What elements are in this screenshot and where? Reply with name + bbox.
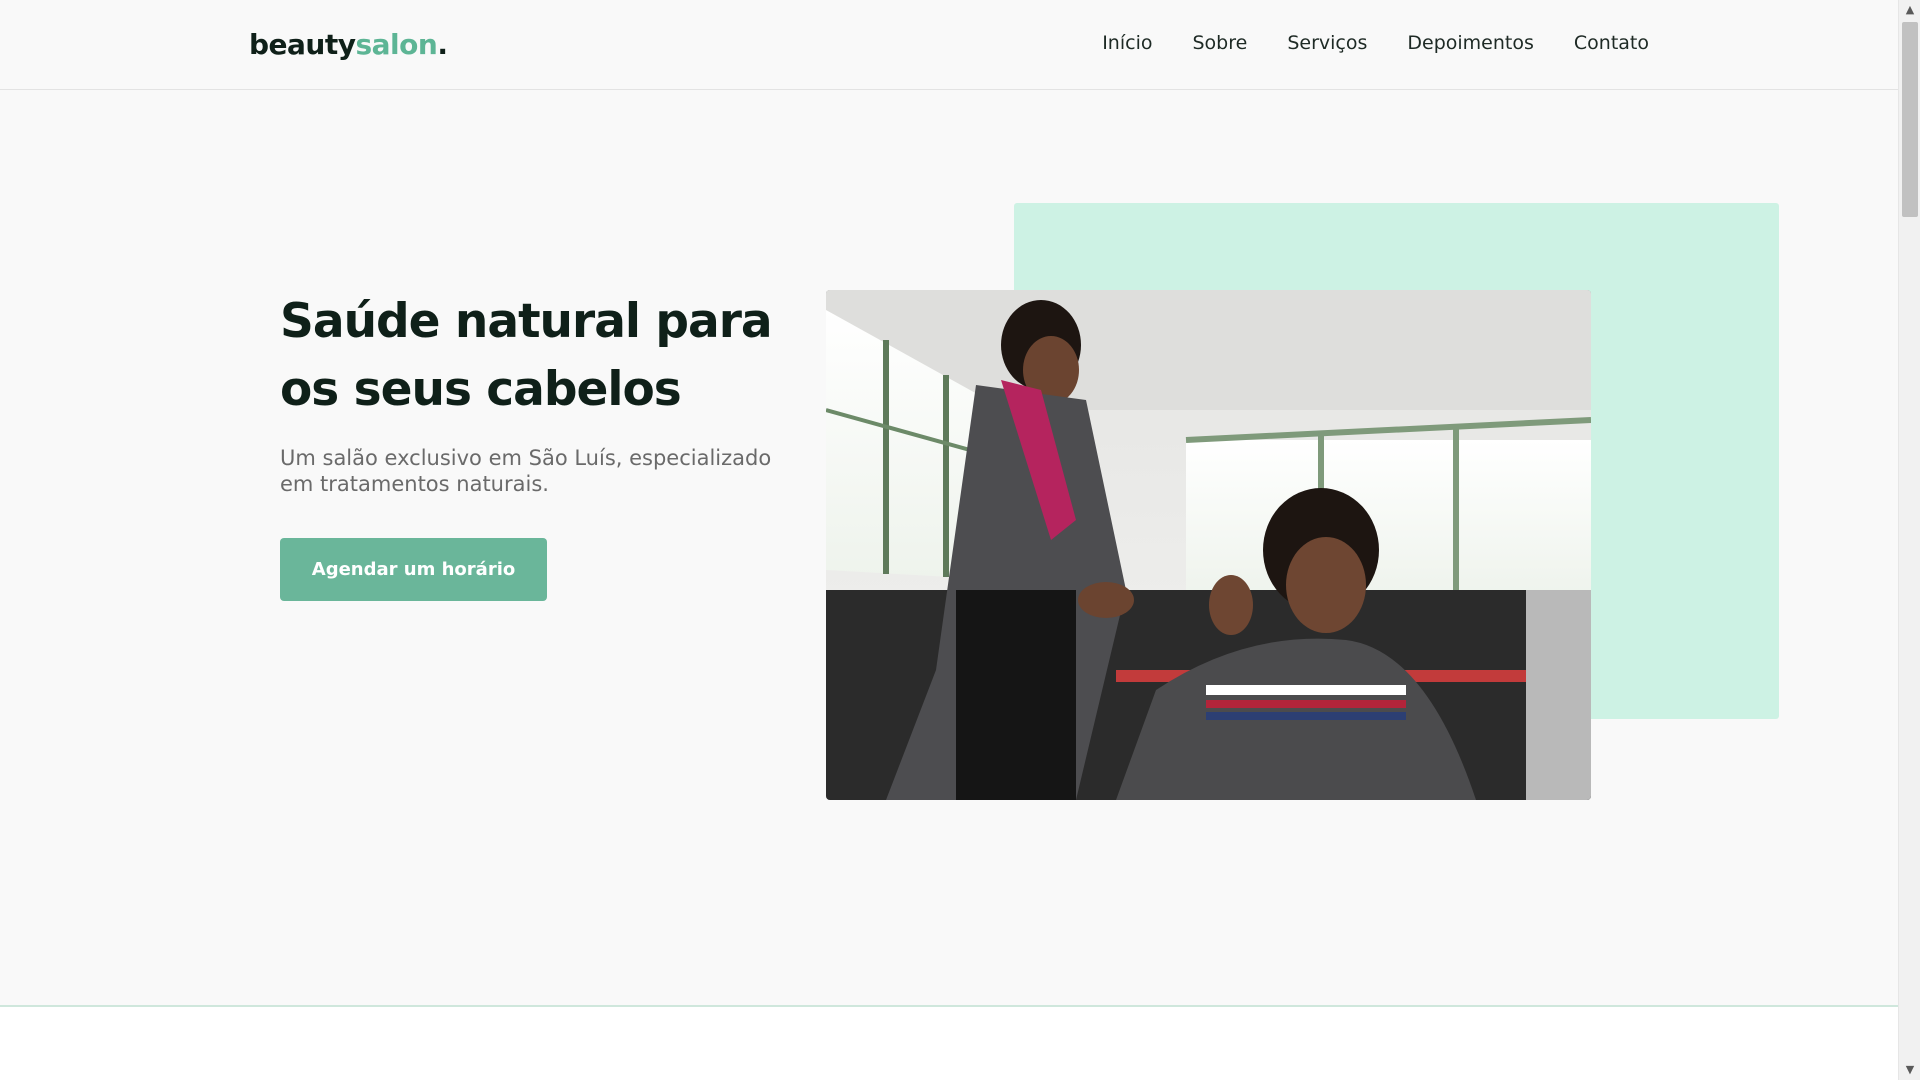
logo-dot: . (437, 28, 448, 61)
main-nav: Início Sobre Serviços Depoimentos Contat… (1102, 32, 1649, 54)
page: beautysalon. Início Sobre Serviços Depoi… (0, 0, 1920, 1080)
next-section (0, 1007, 1898, 1080)
scrollbar[interactable]: ▲ ▼ (1898, 0, 1920, 1080)
logo[interactable]: beautysalon. (249, 28, 448, 61)
schedule-button[interactable]: Agendar um horário (280, 538, 547, 601)
nav-link-contato[interactable]: Contato (1574, 32, 1649, 54)
chevron-down-icon[interactable]: ▼ (1899, 1060, 1920, 1080)
nav-link-servicos[interactable]: Serviços (1287, 32, 1367, 54)
chevron-up-icon[interactable]: ▲ (1899, 0, 1920, 20)
nav-link-inicio[interactable]: Início (1102, 32, 1152, 54)
hero-subtitle: Um salão exclusivo em São Luís, especial… (280, 446, 772, 496)
hero-title: Saúde natural para os seus cabelos (280, 294, 773, 417)
logo-accent: salon (355, 28, 438, 61)
nav-link-sobre[interactable]: Sobre (1192, 32, 1247, 54)
nav-link-depoimentos[interactable]: Depoimentos (1407, 32, 1534, 54)
site-header: beautysalon. Início Sobre Serviços Depoi… (0, 0, 1898, 90)
hero-photo (826, 290, 1591, 800)
scrollbar-thumb[interactable] (1902, 22, 1918, 217)
salon-photo-illustration (826, 290, 1591, 800)
logo-main: beauty (249, 28, 356, 61)
